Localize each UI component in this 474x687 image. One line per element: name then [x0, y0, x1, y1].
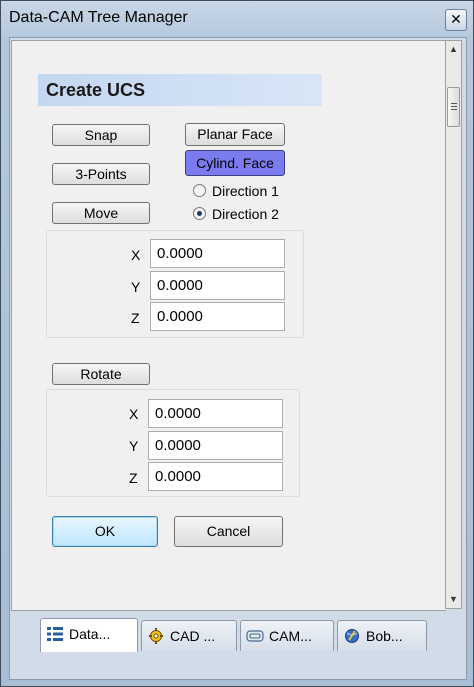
- planar-face-button[interactable]: Planar Face: [185, 123, 285, 146]
- bottom-tab-bar: Data... CAD ... CAM... Bob...: [30, 618, 430, 654]
- tab-cam-label: CAM...: [269, 628, 312, 644]
- move-z-label: Z: [131, 310, 140, 326]
- scrollbar-thumb[interactable]: [447, 87, 460, 127]
- cam-icon: [246, 630, 264, 642]
- rotate-x-label: X: [129, 406, 139, 422]
- cylind-face-button[interactable]: Cylind. Face: [185, 150, 285, 176]
- move-x-label: X: [131, 247, 141, 263]
- title-bar[interactable]: Data-CAM Tree Manager ✕: [1, 1, 473, 37]
- rotate-button[interactable]: Rotate: [52, 363, 150, 385]
- direction-2-label: Direction 2: [212, 206, 279, 222]
- radio-dot: [197, 211, 202, 216]
- rotate-y-label: Y: [129, 438, 139, 454]
- grip-line: [451, 109, 457, 110]
- close-button[interactable]: ✕: [445, 9, 467, 31]
- ok-button[interactable]: OK: [52, 516, 158, 547]
- rotate-y-input[interactable]: 0.0000: [148, 431, 283, 460]
- tab-data-label: Data...: [69, 626, 111, 642]
- radio-unchecked-icon[interactable]: [193, 184, 206, 197]
- scroll-up-icon[interactable]: ▲: [446, 41, 461, 58]
- snap-button[interactable]: Snap: [52, 124, 150, 146]
- move-x-input[interactable]: 0.0000: [150, 239, 285, 268]
- tab-cad[interactable]: CAD ...: [141, 620, 237, 651]
- grip-line: [451, 106, 457, 107]
- rotate-x-input[interactable]: 0.0000: [148, 399, 283, 428]
- move-y-label: Y: [131, 279, 141, 295]
- tab-data[interactable]: Data...: [40, 618, 138, 652]
- tab-cad-label: CAD ...: [170, 628, 216, 644]
- tab-bob-label: Bob...: [366, 628, 403, 644]
- direction-1-label: Direction 1: [212, 183, 279, 199]
- direction-2-radio[interactable]: Direction 2: [193, 206, 303, 223]
- close-icon: ✕: [450, 11, 462, 27]
- move-button[interactable]: Move: [52, 202, 150, 224]
- radio-checked-icon[interactable]: [193, 207, 206, 220]
- tab-cam[interactable]: CAM...: [240, 620, 334, 651]
- scroll-down-icon[interactable]: ▼: [446, 591, 461, 608]
- vertical-scrollbar[interactable]: ▲ ▼: [445, 40, 462, 609]
- gear-icon: [149, 628, 163, 644]
- panel-heading-bar: Create UCS: [38, 74, 322, 106]
- tree-list-icon: [47, 627, 63, 641]
- panel-heading: Create UCS: [46, 80, 146, 100]
- move-z-input[interactable]: 0.0000: [150, 302, 285, 331]
- three-points-button[interactable]: 3-Points: [52, 163, 150, 185]
- window-title: Data-CAM Tree Manager: [9, 9, 188, 26]
- rotate-z-input[interactable]: 0.0000: [148, 462, 283, 491]
- cancel-button[interactable]: Cancel: [174, 516, 283, 547]
- move-y-input[interactable]: 0.0000: [150, 271, 285, 300]
- grip-line: [451, 103, 457, 104]
- bob-globe-icon: [345, 629, 359, 643]
- direction-1-radio[interactable]: Direction 1: [193, 183, 303, 200]
- rotate-z-label: Z: [129, 470, 138, 486]
- tab-bob[interactable]: Bob...: [337, 620, 427, 651]
